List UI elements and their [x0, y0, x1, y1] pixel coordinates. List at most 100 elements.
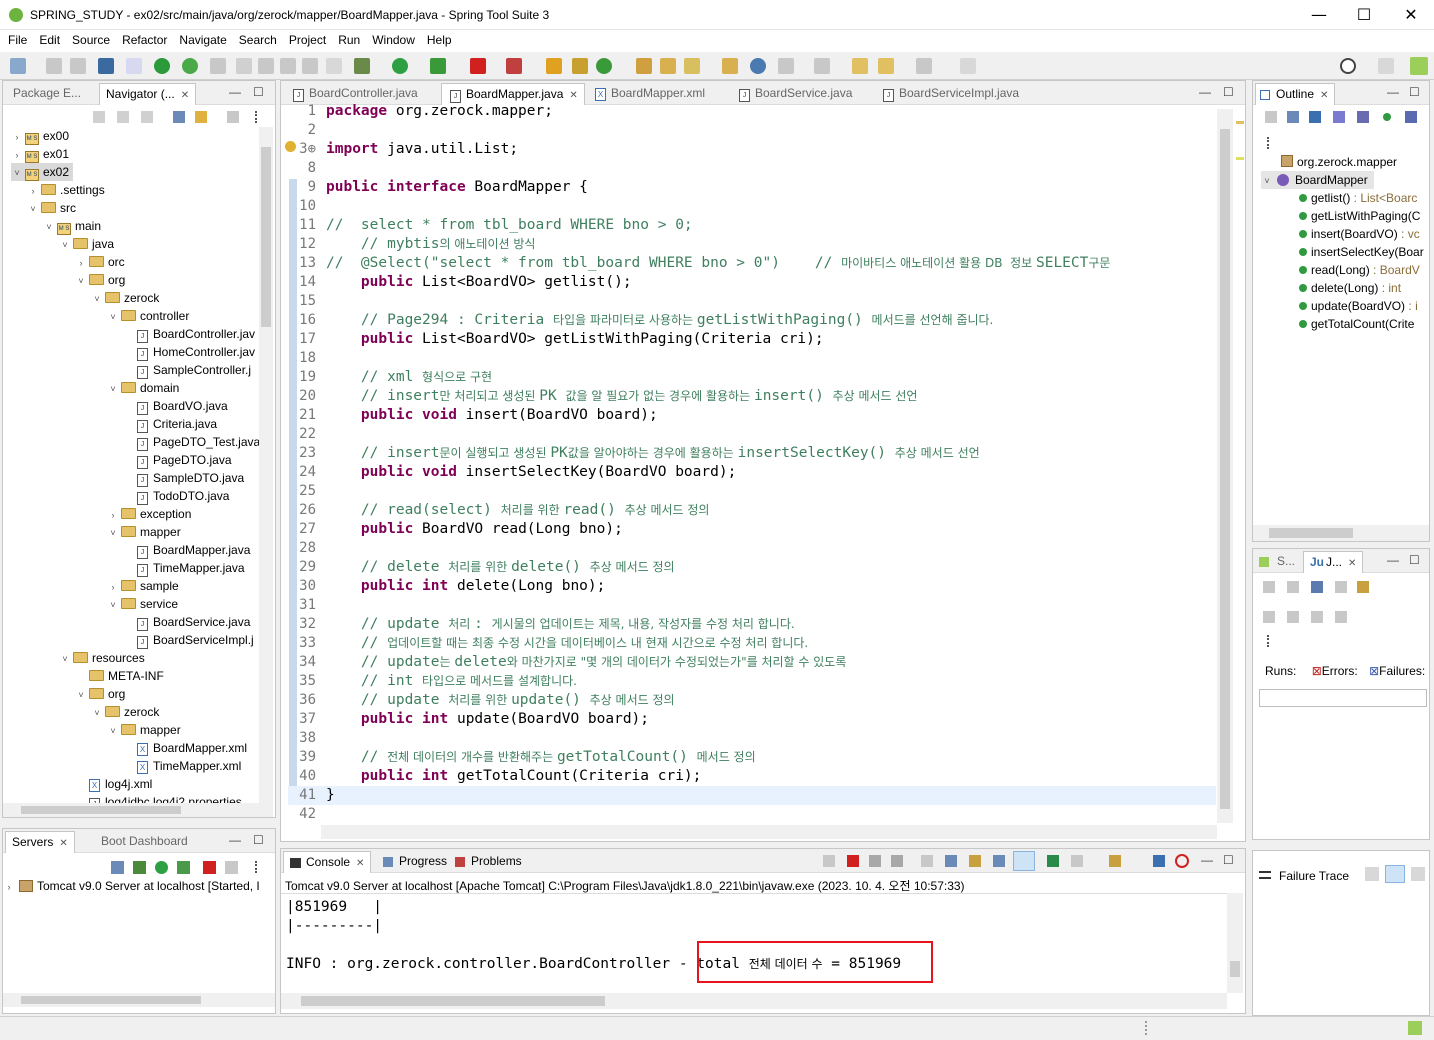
- minimize-view-icon[interactable]: —: [229, 85, 241, 99]
- outline-interface[interactable]: ˅ BoardMapper: [1261, 171, 1374, 189]
- expand-toggle-icon[interactable]: ˅: [11, 164, 23, 182]
- tree-item[interactable]: ˅ org: [75, 271, 125, 289]
- outline-method[interactable]: getTotalCount(Crite: [1297, 315, 1414, 333]
- tree-item[interactable]: J PageDTO.java: [123, 451, 232, 469]
- expand-toggle-icon[interactable]: ˅: [43, 218, 55, 236]
- maximize-button[interactable]: ☐: [1341, 0, 1387, 30]
- collapse-all-icon[interactable]: [173, 111, 185, 123]
- minimize-view-icon[interactable]: —: [229, 833, 241, 847]
- outline-method[interactable]: insertSelectKey(Boar: [1297, 243, 1424, 261]
- skip-breakpoints-icon[interactable]: [126, 58, 142, 74]
- show-failures-icon[interactable]: [1311, 581, 1323, 593]
- editor-horizontal-scrollbar[interactable]: [321, 825, 1217, 839]
- tab-console[interactable]: Console ✕: [283, 851, 372, 873]
- start-server-icon[interactable]: [155, 861, 168, 874]
- open-type-icon[interactable]: [210, 58, 226, 74]
- toggle-icon[interactable]: [280, 58, 296, 74]
- expand-toggle-icon[interactable]: ›: [107, 578, 119, 596]
- open-folder-icon[interactable]: [660, 58, 676, 74]
- tree-item[interactable]: ˅ resources: [59, 649, 144, 668]
- tree-item[interactable]: J BoardController.jav: [123, 325, 255, 343]
- link-editor-icon[interactable]: [195, 111, 207, 123]
- new-icon[interactable]: [10, 58, 26, 74]
- maximize-view-icon[interactable]: ☐: [253, 85, 264, 99]
- tree-item[interactable]: META-INF: [75, 667, 164, 685]
- filter-stack-icon[interactable]: [1365, 867, 1379, 881]
- spring-perspective-icon[interactable]: [1410, 57, 1428, 75]
- menu-search[interactable]: Search: [235, 30, 285, 52]
- outline-method[interactable]: getListWithPaging(C: [1297, 207, 1420, 225]
- search-tool-icon[interactable]: [684, 58, 700, 74]
- rerun-icon[interactable]: [1263, 611, 1275, 623]
- pin-editor-icon[interactable]: [960, 58, 976, 74]
- minimize-button[interactable]: —: [1296, 0, 1342, 30]
- close-icon[interactable]: ✕: [569, 90, 577, 101]
- outline-method[interactable]: update(BoardVO) : i: [1297, 297, 1418, 315]
- expand-toggle-icon[interactable]: ˅: [75, 686, 87, 704]
- console-vertical-scrollbar[interactable]: [1227, 893, 1243, 993]
- tree-item[interactable]: › sample: [107, 577, 179, 595]
- relaunch-icon[interactable]: [182, 58, 198, 74]
- sort-icon[interactable]: [1309, 111, 1321, 123]
- tree-item[interactable]: J BoardMapper.java: [123, 541, 250, 559]
- pilcrow-icon[interactable]: [326, 58, 342, 74]
- filter-icon[interactable]: [227, 111, 239, 123]
- tree-item[interactable]: ˅ M S main: [43, 217, 101, 235]
- outline-hscroll-thumb[interactable]: [1269, 528, 1353, 538]
- outline-method[interactable]: delete(Long) : int: [1297, 279, 1401, 297]
- maximize-view-icon[interactable]: ☐: [1223, 85, 1234, 99]
- expand-toggle-icon[interactable]: ˅: [107, 722, 119, 740]
- profile-server-icon[interactable]: [177, 861, 190, 874]
- menu-window[interactable]: Window: [368, 30, 423, 52]
- tree-item[interactable]: J BoardService.java: [123, 613, 250, 631]
- compare-result-icon[interactable]: [1385, 865, 1405, 883]
- maximize-view-icon[interactable]: ☐: [1409, 553, 1420, 567]
- hide-nonpublic-icon[interactable]: [1383, 113, 1391, 121]
- sync-icon[interactable]: [258, 58, 274, 74]
- tree-item[interactable]: ˅ mapper: [107, 523, 180, 541]
- maximize-view-icon[interactable]: ☐: [253, 833, 264, 847]
- maximize-view-icon[interactable]: ☐: [1223, 853, 1234, 867]
- tab-navigator[interactable]: Navigator (... ✕: [99, 83, 197, 105]
- tree-item[interactable]: J SampleController.j: [123, 361, 251, 379]
- tree-item[interactable]: ˅ M S ex02: [11, 163, 74, 182]
- tab-outline[interactable]: Outline ✕: [1255, 83, 1336, 105]
- remove-launch-icon[interactable]: [869, 855, 881, 867]
- close-icon[interactable]: ✕: [181, 90, 189, 101]
- tree-item[interactable]: › M S ex01: [11, 145, 69, 163]
- minimize-view-icon[interactable]: —: [1387, 553, 1399, 567]
- spring-boot-icon[interactable]: [154, 58, 170, 74]
- save-all-icon[interactable]: [70, 58, 86, 74]
- expand-toggle-icon[interactable]: ˅: [59, 650, 71, 668]
- copy-trace-icon[interactable]: [1411, 867, 1425, 881]
- outline-method[interactable]: read(Long) : BoardV: [1297, 261, 1420, 279]
- tree-item[interactable]: X TimeMapper.xml: [123, 757, 241, 775]
- expand-toggle-icon[interactable]: ˅: [107, 308, 119, 326]
- tab-problems[interactable]: Problems: [451, 851, 528, 873]
- new-java-project-icon[interactable]: [546, 58, 562, 74]
- view-menu-icon[interactable]: [1267, 137, 1271, 149]
- console-hscroll-thumb[interactable]: [301, 996, 605, 1006]
- tree-hscroll-thumb[interactable]: [21, 806, 181, 814]
- tree-item[interactable]: J TodoDTO.java: [123, 487, 229, 505]
- expand-toggle-icon[interactable]: ›: [107, 506, 119, 524]
- console-scroll-thumb[interactable]: [1230, 961, 1240, 977]
- publish-icon[interactable]: [225, 861, 238, 874]
- show-stdout-icon[interactable]: [993, 855, 1005, 867]
- pin-icon[interactable]: [236, 58, 252, 74]
- run-icon[interactable]: [392, 58, 408, 74]
- expand-toggle-icon[interactable]: ˅: [75, 272, 87, 290]
- outline-package[interactable]: org.zerock.mapper: [1279, 153, 1397, 171]
- clear-console-icon[interactable]: [921, 855, 933, 867]
- back-icon[interactable]: [878, 58, 894, 74]
- tab-boot-dashboard[interactable]: Boot Dashboard: [95, 831, 194, 853]
- tree-item[interactable]: › .settings: [27, 181, 105, 199]
- expand-toggle-icon[interactable]: ˅: [107, 380, 119, 398]
- tree-item[interactable]: › M S ex00: [11, 127, 69, 145]
- terminate-icon[interactable]: [847, 855, 859, 867]
- server-row[interactable]: › Tomcat v9.0 Server at localhost [Starte…: [3, 877, 275, 895]
- console-horizontal-scrollbar[interactable]: [281, 993, 1227, 1009]
- forward-icon[interactable]: [916, 58, 932, 74]
- close-icon[interactable]: ✕: [356, 858, 364, 869]
- tree-scroll-thumb[interactable]: [261, 147, 271, 327]
